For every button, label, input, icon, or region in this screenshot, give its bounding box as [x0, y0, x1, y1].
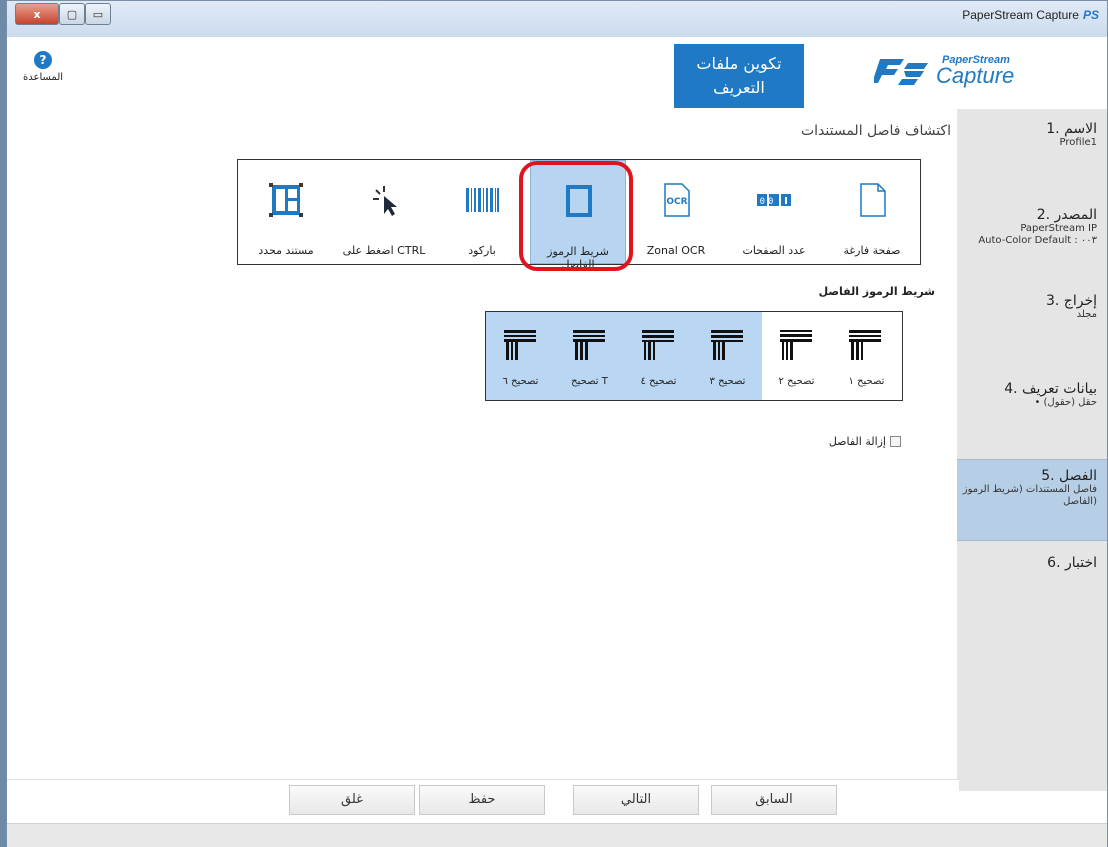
blank-page-icon [860, 183, 886, 217]
back-button[interactable]: السابق [711, 785, 837, 815]
separator-label: عدد الصفحات [742, 244, 806, 257]
ocr-document-icon: OCR [664, 183, 690, 217]
patch-code-icon [711, 330, 743, 360]
step-title: 4. بيانات تعريف [1004, 381, 1097, 397]
patch-code-options: تصحيح ٦ تصحيح T تصحيح ٤ تصحيح ٣ تصحيح ٢ … [485, 311, 903, 401]
close-button[interactable]: غلق [289, 785, 415, 815]
page-counter-icon: 00 [757, 194, 791, 207]
selection-highlight-outline [519, 161, 633, 271]
main-panel: اكتشاف فاصل المستندات مستند محدد اضغط عل… [7, 109, 959, 791]
patch-1-option[interactable]: تصحيح ١ [831, 312, 902, 400]
patch-label: تصحيح ١ [848, 376, 885, 387]
separator-barcode[interactable]: باركود [434, 160, 530, 264]
separator-label: اضغط على CTRL [342, 244, 426, 257]
patch-2-option[interactable]: تصحيح ٢ [762, 312, 831, 400]
step-subtitle: Profile1 [1059, 137, 1097, 148]
separator-label: باركود [468, 244, 496, 257]
step-output[interactable]: 3. إخراج مجلد [957, 293, 1107, 321]
tab-profile-configuration[interactable]: تكوين ملفات التعريف [674, 44, 804, 108]
patch-3-option[interactable]: تصحيح ٣ [693, 312, 762, 400]
step-title: 5. الفصل [1041, 468, 1097, 484]
patch-code-icon [573, 330, 605, 360]
help-label: المساعدة [23, 72, 64, 83]
separator-label: صفحة فارغة [843, 244, 901, 257]
patch-t-option[interactable]: تصحيح T [555, 312, 624, 400]
patch-label: تصحيح ٣ [709, 376, 746, 387]
step-title: 1. الاسم [1046, 121, 1097, 137]
minimize-button[interactable]: ▭ [85, 3, 111, 25]
separator-blank-page[interactable]: صفحة فارغة [824, 160, 920, 264]
next-button[interactable]: التالي [573, 785, 699, 815]
status-bar [7, 823, 1107, 847]
specified-document-icon [269, 183, 303, 217]
app-logo-icon: PS [1082, 8, 1099, 22]
patch-label: تصحيح ٢ [778, 376, 815, 387]
step-source[interactable]: 2. المصدر PaperStream IP Auto-Color Defa… [957, 207, 1107, 247]
barcode-icon [466, 188, 499, 212]
paperstream-capture-logo: PaperStream Capture [872, 49, 1049, 89]
app-window: x ▢ ▭ PaperStream Capture PS ? المساعدة … [6, 0, 1108, 847]
cursor-click-icon [373, 186, 397, 216]
patch-code-title: شريط الرموز الفاصل [818, 285, 935, 298]
window-title: PaperStream Capture PS [962, 8, 1099, 22]
patch-code-icon [780, 330, 812, 360]
remove-separator-option[interactable]: إزالة الفاصل [829, 435, 901, 448]
maximize-button[interactable]: ▢ [59, 3, 85, 25]
separator-page-count[interactable]: 00 عدد الصفحات [726, 160, 822, 264]
help-button[interactable]: ? المساعدة [23, 51, 63, 83]
section-title: اكتشاف فاصل المستندات [800, 123, 951, 139]
patch-label: تصحيح ٦ [502, 376, 539, 387]
patch-code-icon [849, 330, 881, 360]
step-title: 3. إخراج [1045, 293, 1097, 309]
patch-label: تصحيح ٤ [640, 376, 677, 387]
header: ? المساعدة تكوين ملفات التعريف PaperStre… [7, 37, 1107, 109]
save-button[interactable]: حفظ [419, 785, 545, 815]
step-subtitle: فاصل المستندات (شريط الرموز [962, 484, 1097, 495]
step-name[interactable]: 1. الاسم Profile1 [957, 121, 1107, 149]
footer-buttons: غلق حفظ التالي السابق [7, 779, 959, 823]
remove-separator-label: إزالة الفاصل [828, 435, 886, 448]
step-test[interactable]: 6. اختبار [957, 555, 1107, 571]
separator-label: Zonal OCR [646, 244, 706, 257]
ocr-icon-text: OCR [666, 197, 687, 207]
window-title-text: PaperStream Capture [962, 8, 1079, 22]
step-subtitle-2: الفاصل) [1063, 496, 1097, 507]
separator-press-ctrl[interactable]: اضغط على CTRL [336, 160, 432, 264]
patch-6-option[interactable]: تصحيح ٦ [486, 312, 555, 400]
step-separation[interactable]: 5. الفصل فاصل المستندات (شريط الرموز الف… [957, 459, 1107, 541]
separator-zonal-ocr[interactable]: OCR Zonal OCR [628, 160, 724, 264]
close-window-button[interactable]: x [15, 3, 59, 25]
step-subtitle: • حقل (حقول) [1034, 397, 1097, 408]
step-subtitle-2: Auto-Color Default : ۰۰۳ [978, 235, 1097, 246]
step-metadata[interactable]: 4. بيانات تعريف • حقل (حقول) [957, 381, 1107, 409]
page-counter-digits: 00 [760, 197, 777, 207]
patch-code-icon [504, 330, 536, 360]
remove-separator-checkbox[interactable] [890, 436, 901, 447]
step-subtitle: PaperStream IP [1020, 223, 1097, 234]
step-title: 6. اختبار [1047, 555, 1097, 571]
patch-code-icon [642, 330, 674, 360]
logo-big-text: Capture [936, 63, 1014, 88]
patch-4-option[interactable]: تصحيح ٤ [624, 312, 693, 400]
separator-specified-document[interactable]: مستند محدد [238, 160, 334, 264]
wizard-steps-sidebar: 1. الاسم Profile1 2. المصدر PaperStream … [957, 109, 1107, 791]
step-title: 2. المصدر [1036, 207, 1097, 223]
separator-label: مستند محدد [258, 244, 314, 257]
tab-line-1: تكوين ملفات [696, 54, 782, 73]
logo-icon: PaperStream Capture [872, 54, 1014, 88]
patch-label: تصحيح T [571, 376, 608, 387]
help-icon: ? [34, 51, 52, 69]
step-subtitle: مجلد [1076, 309, 1097, 320]
tab-line-2: التعريف [713, 78, 765, 97]
